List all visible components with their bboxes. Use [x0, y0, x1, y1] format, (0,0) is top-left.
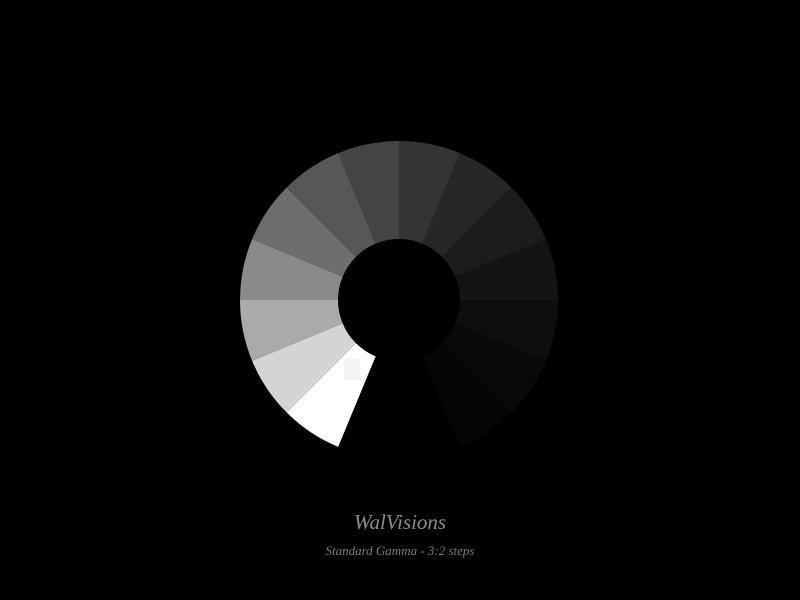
- pattern-subtitle: Standard Gamma - 3:2 steps: [325, 543, 475, 558]
- gamma-patch: [344, 359, 360, 380]
- brand-title: WalVisions: [353, 510, 447, 534]
